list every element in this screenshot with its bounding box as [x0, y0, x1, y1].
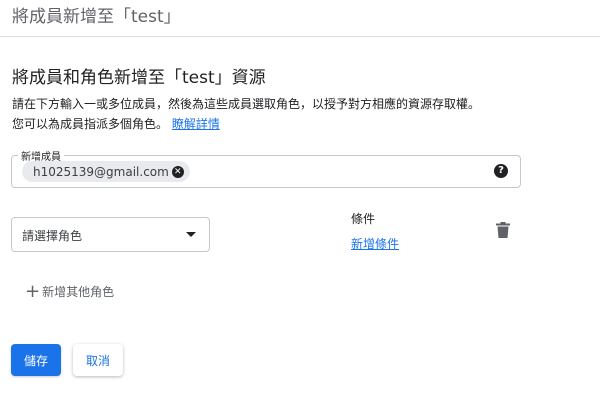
description-line-1: 請在下方輸入一或多位成員，然後為這些成員選取角色，以授予對方相應的資源存取權。: [12, 97, 481, 111]
trash-icon[interactable]: [496, 222, 510, 238]
add-role-label: 新增其他角色: [42, 285, 115, 299]
header-divider: [0, 36, 600, 37]
dropdown-arrow-icon: [186, 232, 196, 237]
close-circle-icon[interactable]: ✕: [171, 165, 184, 178]
section-title: 將成員和角色新增至「test」資源: [12, 68, 266, 88]
role-select-placeholder: 請選擇角色: [22, 229, 83, 243]
member-chip-email: h1025139@gmail.com: [33, 164, 169, 179]
save-button[interactable]: 儲存: [11, 344, 61, 376]
description-line-2: 您可以為成員指派多個角色。 瞭解詳情: [12, 115, 220, 132]
cancel-button[interactable]: 取消: [73, 344, 123, 376]
description-line-2-text: 您可以為成員指派多個角色。: [12, 117, 169, 131]
learn-more-link[interactable]: 瞭解詳情: [172, 117, 220, 131]
condition-label: 條件: [351, 212, 376, 226]
add-role-button[interactable]: + 新增其他角色: [25, 280, 115, 302]
help-icon[interactable]: ?: [494, 164, 508, 178]
page-title: 將成員新增至「test」: [12, 7, 181, 27]
add-condition-link[interactable]: 新增條件: [351, 235, 399, 252]
member-chip: h1025139@gmail.com ✕: [22, 161, 190, 182]
plus-icon: +: [25, 280, 41, 302]
